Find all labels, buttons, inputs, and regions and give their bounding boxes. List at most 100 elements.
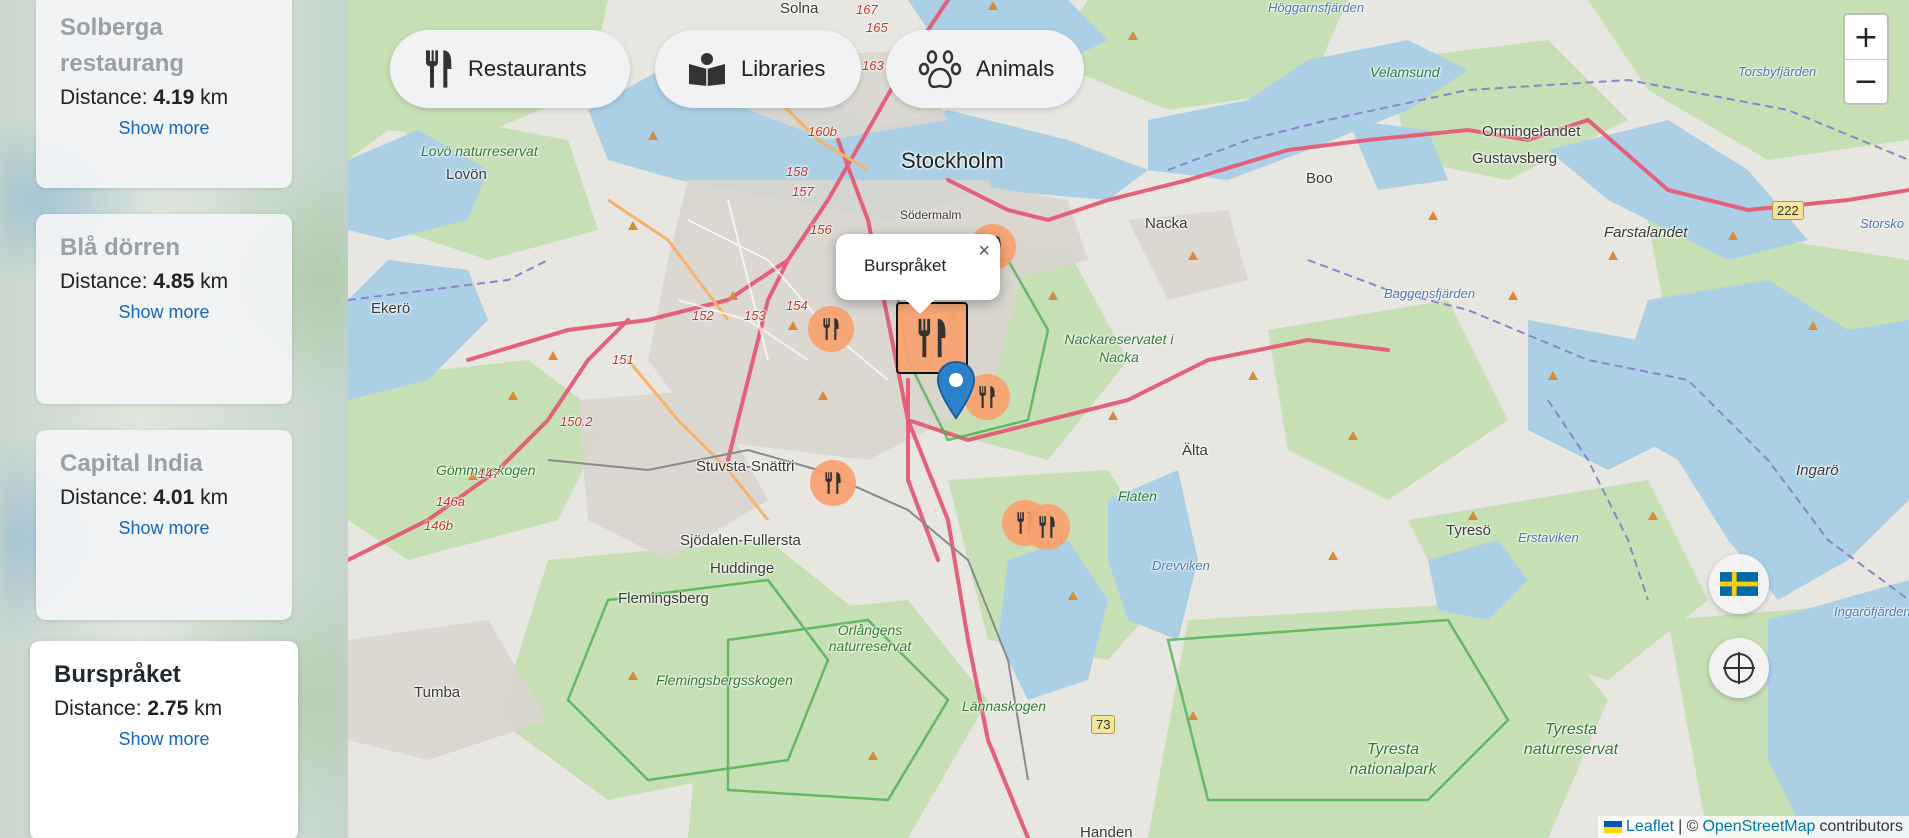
distance-value: 4.19 [153, 86, 195, 109]
attribution-separator: | © [1678, 818, 1699, 835]
filter-animals-button[interactable]: Animals [886, 30, 1084, 108]
zoom-in-button[interactable]: + [1845, 15, 1887, 59]
result-card[interactable]: Capital India Distance: 4.01 km Show mor… [36, 430, 292, 620]
book-icon [689, 53, 725, 86]
leaflet-link[interactable]: Leaflet [1626, 818, 1674, 836]
place-label: Velamsund [1370, 64, 1440, 80]
marker-popup: Burspråket × [836, 234, 1000, 315]
language-button[interactable] [1709, 554, 1769, 614]
place-label: Torsbyfjärden [1738, 64, 1817, 79]
result-distance: Distance: 4.85 km [60, 270, 268, 294]
road-number-label: 153 [744, 308, 766, 323]
fork-knife-icon [979, 386, 995, 408]
road-number-label: 152 [692, 308, 714, 323]
distance-unit: km [194, 697, 223, 720]
road-number-label: 146a [436, 494, 465, 509]
filter-label: Restaurants [468, 56, 587, 81]
fork-knife-icon [825, 472, 841, 494]
place-label: Stuvsta-Snättri [696, 458, 795, 475]
place-label: Älta [1182, 442, 1208, 459]
attribution-contributors: contributors [1819, 818, 1903, 835]
place-label: Gustavsberg [1472, 150, 1558, 167]
place-label: Lovön [446, 166, 487, 183]
map-view[interactable]: Stockholm Solna Södermalm Nacka Boo Ormi… [348, 0, 1909, 838]
place-label: Ekerö [371, 300, 411, 317]
result-card[interactable]: Solberga restaurang Distance: 4.19 km Sh… [36, 0, 292, 188]
road-number-label: 165 [866, 20, 888, 35]
restaurant-marker[interactable] [1024, 504, 1070, 550]
route-shield: 73 [1091, 715, 1116, 734]
distance-value: 2.75 [147, 697, 189, 720]
popup-title: Burspråket [864, 256, 947, 275]
osm-link[interactable]: OpenStreetMap [1702, 818, 1815, 836]
filter-label: Libraries [741, 56, 826, 81]
road-number-label: 167 [856, 2, 878, 17]
place-label: Nacka [1145, 215, 1188, 232]
place-label: Ingarö [1796, 462, 1839, 479]
distance-value: 4.01 [153, 486, 195, 509]
place-label: Ormingelandet [1482, 123, 1581, 140]
place-label: Höggarnsfjärden [1268, 0, 1365, 15]
road-number-label: 160b [808, 124, 837, 139]
result-card-selected[interactable]: Burspråket Distance: 2.75 km Show more [30, 641, 298, 838]
place-label: Flaten [1118, 488, 1157, 504]
place-label: Lännaskogen [962, 698, 1047, 714]
place-label: Farstalandet [1604, 224, 1688, 241]
filter-label: Animals [976, 56, 1055, 81]
location-pin-icon[interactable] [936, 360, 976, 420]
place-label: Handen [1080, 824, 1133, 838]
result-distance: Distance: 4.01 km [60, 486, 268, 510]
filter-libraries-button[interactable]: Libraries [655, 30, 861, 108]
result-name: Capital India [60, 450, 203, 477]
place-label: Södermalm [900, 208, 962, 222]
road-number-label: 151 [612, 352, 634, 367]
restaurant-marker[interactable] [810, 460, 856, 506]
ukraine-flag-icon [1604, 821, 1623, 833]
distance-unit: km [200, 486, 229, 509]
zoom-out-button[interactable]: − [1845, 59, 1887, 103]
result-distance: Distance: 2.75 km [54, 697, 274, 721]
route-shield: 222 [1772, 201, 1804, 220]
fork-knife-icon [823, 318, 839, 340]
map-attribution: Leaflet | © OpenStreetMap contributors [1598, 816, 1909, 838]
restaurant-marker[interactable] [808, 306, 854, 352]
place-label: Baggensfjärden [1384, 286, 1476, 301]
fork-knife-icon [426, 50, 452, 88]
road-number-label: 146b [424, 518, 453, 533]
road-number-label: 150.2 [560, 414, 593, 429]
place-label: Tyresta naturreservat [1523, 721, 1619, 758]
distance-label: Distance: [60, 270, 148, 293]
fork-knife-icon [918, 318, 946, 358]
place-label: Tyresta nationalpark [1349, 741, 1437, 778]
place-label: Boo [1306, 170, 1333, 187]
distance-unit: km [200, 270, 229, 293]
show-more-link[interactable]: Show more [60, 302, 268, 323]
place-label: Storsko [1860, 216, 1905, 231]
filter-restaurants-button[interactable]: Restaurants [390, 30, 630, 108]
distance-value: 4.85 [153, 270, 195, 293]
place-label: Ingaröfjärden [1834, 604, 1909, 619]
result-card[interactable]: Blå dörren Distance: 4.85 km Show more [36, 214, 292, 404]
road-number-label: 163 [862, 58, 884, 73]
show-more-link[interactable]: Show more [54, 729, 274, 750]
results-sidebar[interactable]: Solberga restaurang Distance: 4.19 km Sh… [0, 0, 348, 838]
road-number-label: 158 [786, 164, 808, 179]
fork-knife-icon [1039, 516, 1055, 538]
place-label: Flemingsbergsskogen [656, 672, 793, 688]
place-label: Erstaviken [1518, 530, 1579, 545]
distance-unit: km [200, 86, 229, 109]
result-name: Blå dörren [60, 234, 181, 261]
result-name: Burspråket [54, 661, 181, 688]
show-more-link[interactable]: Show more [60, 518, 268, 539]
distance-label: Distance: [60, 86, 148, 109]
paw-icon [918, 50, 962, 89]
road-number-label: 157 [792, 184, 814, 199]
popup-close-button[interactable]: × [978, 240, 990, 263]
swedish-flag-icon [1720, 572, 1758, 596]
locate-me-button[interactable] [1709, 638, 1769, 698]
road-number-label: 154 [786, 298, 808, 313]
show-more-link[interactable]: Show more [60, 118, 268, 139]
place-label: Drevviken [1152, 558, 1210, 573]
result-name: Solberga restaurang [60, 14, 185, 77]
road-number-label: 156 [810, 222, 832, 237]
